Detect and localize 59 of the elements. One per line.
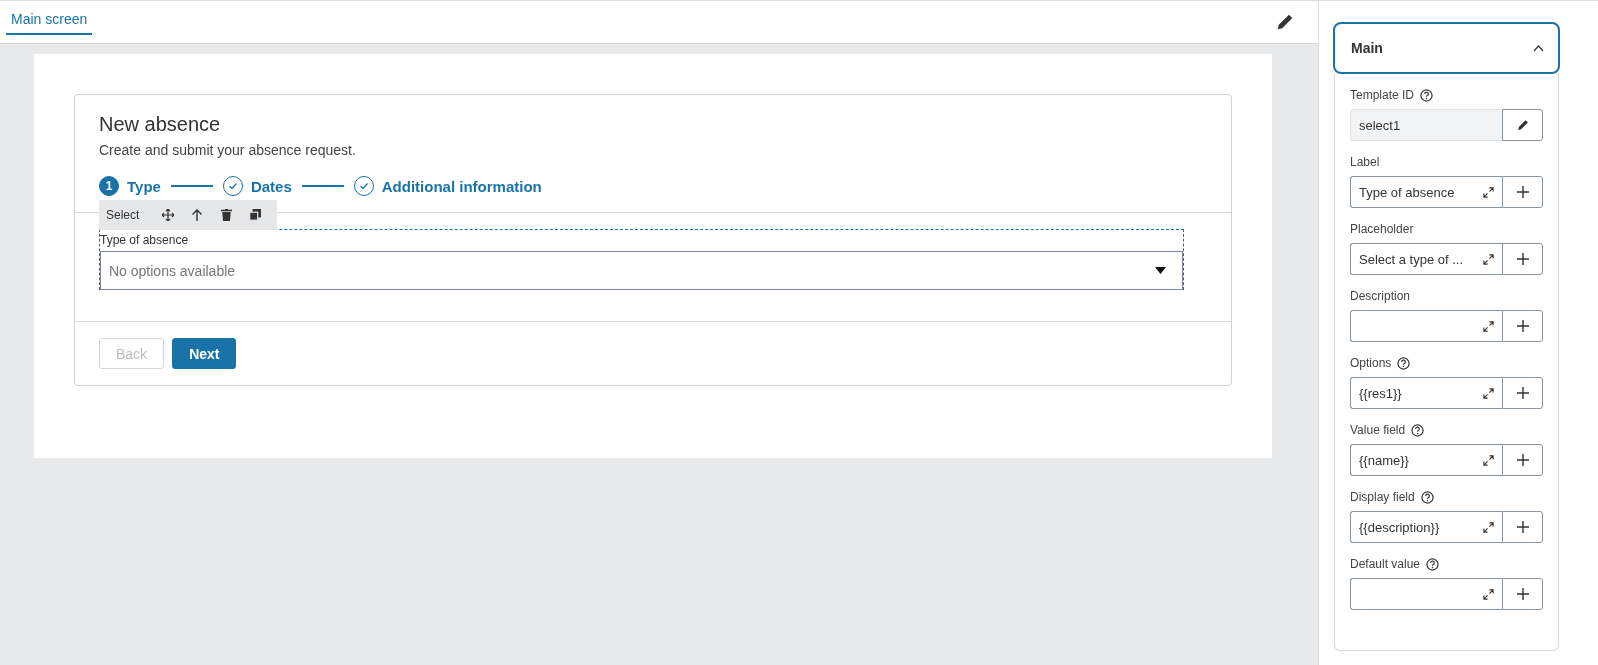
plus-icon: [1516, 588, 1529, 600]
property-input[interactable]: {{res1}}: [1350, 377, 1502, 409]
property-input[interactable]: Type of absence: [1350, 176, 1502, 208]
plus-icon: [1516, 320, 1529, 332]
screen-tab[interactable]: Main screen: [6, 11, 93, 35]
section-header[interactable]: Main: [1333, 22, 1560, 74]
property-input[interactable]: {{description}}: [1350, 511, 1502, 543]
expand-icon[interactable]: [1483, 186, 1494, 198]
component-type: Select: [106, 208, 140, 222]
help-icon[interactable]: [1411, 423, 1425, 437]
help-icon[interactable]: [1420, 88, 1434, 102]
property-label: Description: [1350, 289, 1411, 303]
property-input[interactable]: [1350, 578, 1502, 610]
chevron-icon: [1533, 44, 1544, 52]
expand-icon[interactable]: [1483, 253, 1494, 265]
add-button[interactable]: [1502, 578, 1543, 610]
property-label: Options: [1350, 356, 1392, 370]
help-icon[interactable]: [1426, 557, 1440, 571]
expand-icon[interactable]: [1483, 521, 1494, 533]
add-button[interactable]: [1502, 511, 1543, 543]
edit-button[interactable]: [1502, 109, 1543, 141]
pencil-icon[interactable]: [1276, 13, 1294, 31]
plus-icon: [1516, 521, 1529, 533]
property-label: Default value: [1350, 557, 1421, 571]
expand-icon[interactable]: [1483, 454, 1494, 466]
property-label: Display field: [1350, 490, 1415, 504]
plus-icon: [1516, 454, 1529, 466]
add-button[interactable]: [1502, 444, 1543, 476]
property-label: Placeholder: [1350, 222, 1414, 236]
property-input[interactable]: [1350, 310, 1502, 342]
property-input[interactable]: {{name}}: [1350, 444, 1502, 476]
plus-icon: [1516, 186, 1529, 198]
select-field[interactable]: No options available: [100, 251, 1183, 290]
step-number: 1: [99, 176, 119, 196]
help-icon[interactable]: [1397, 356, 1411, 370]
pencil-icon: [1516, 119, 1529, 131]
help-icon[interactable]: [1420, 490, 1434, 504]
plus-icon: [1516, 387, 1529, 399]
step-label[interactable]: Type: [127, 177, 161, 195]
field-label: Type of absence: [100, 232, 190, 249]
form-subtitle: Create and submit your absence request.: [99, 142, 357, 158]
property-input[interactable]: Select a type of ...: [1350, 243, 1502, 275]
expand-icon[interactable]: [1483, 320, 1494, 332]
caret-icon: [1155, 267, 1166, 274]
expand-icon[interactable]: [1483, 588, 1494, 600]
property-label: Value field: [1350, 423, 1406, 437]
step-label[interactable]: Additional information: [381, 177, 542, 195]
property-label: Template ID: [1350, 88, 1415, 102]
expand-icon[interactable]: [1483, 387, 1494, 399]
add-button[interactable]: [1502, 377, 1543, 409]
form-title: New absence: [99, 113, 222, 136]
add-button[interactable]: [1502, 176, 1543, 208]
property-label: Label: [1350, 155, 1380, 169]
step-label[interactable]: Dates: [250, 177, 292, 195]
add-button[interactable]: [1502, 243, 1543, 275]
plus-icon: [1516, 253, 1529, 265]
add-button[interactable]: [1502, 310, 1543, 342]
next-button[interactable]: Next: [172, 338, 237, 369]
property-input[interactable]: select1: [1350, 109, 1502, 141]
